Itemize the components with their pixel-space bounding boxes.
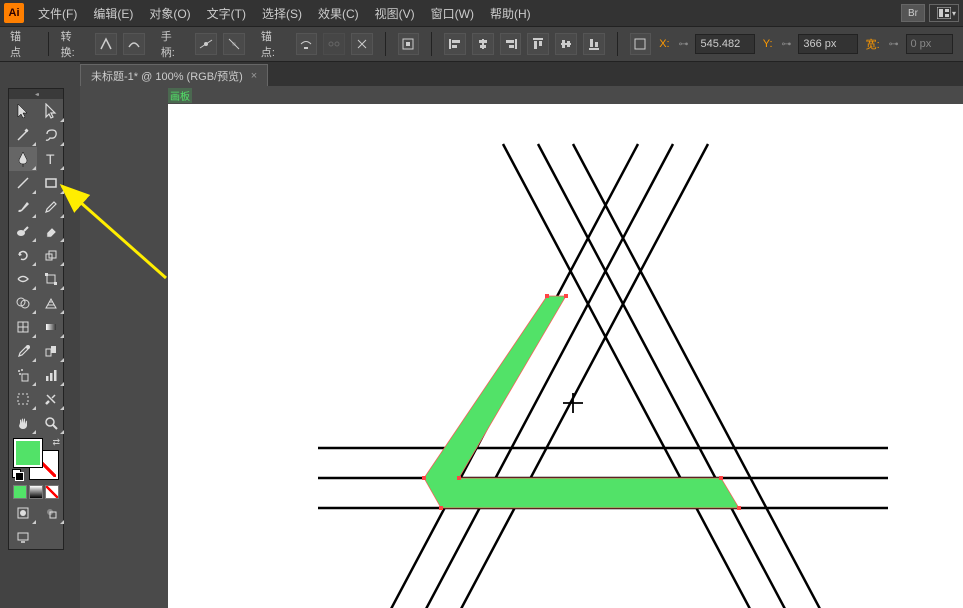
menu-help[interactable]: 帮助(H) xyxy=(482,5,539,22)
artboard[interactable] xyxy=(168,104,963,608)
color-mode-solid[interactable] xyxy=(13,485,27,499)
menu-select[interactable]: 选择(S) xyxy=(254,5,310,22)
rectangle-tool[interactable] xyxy=(37,171,65,195)
canvas-area[interactable]: 画板 xyxy=(80,86,963,608)
eraser-tool[interactable] xyxy=(37,219,65,243)
y-value-input[interactable]: 366 px xyxy=(798,34,857,54)
slice-tool[interactable] xyxy=(37,387,65,411)
document-tab[interactable]: 未标题-1* @ 100% (RGB/预览) × xyxy=(80,64,268,86)
arrange-docs-button[interactable] xyxy=(929,4,959,22)
menu-bar: Ai 文件(F) 编辑(E) 对象(O) 文字(T) 选择(S) 效果(C) 视… xyxy=(0,0,963,26)
panel-collapse-icon[interactable] xyxy=(9,89,63,99)
draw-mode-normal[interactable] xyxy=(9,501,37,525)
menu-file[interactable]: 文件(F) xyxy=(30,5,85,22)
menu-type[interactable]: 文字(T) xyxy=(199,5,254,22)
convert-corner-icon[interactable] xyxy=(95,33,117,55)
screen-mode[interactable] xyxy=(9,525,37,549)
pen-tool[interactable] xyxy=(9,147,37,171)
magic-wand-tool[interactable] xyxy=(9,123,37,147)
menu-window[interactable]: 窗口(W) xyxy=(423,5,482,22)
cut-path-icon[interactable] xyxy=(351,33,373,55)
hand-tool[interactable] xyxy=(9,411,37,435)
artwork xyxy=(168,104,963,608)
y-label: Y: xyxy=(761,38,775,50)
fill-swatch[interactable] xyxy=(14,439,42,467)
blend-tool[interactable] xyxy=(37,339,65,363)
line-tool[interactable] xyxy=(9,171,37,195)
lasso-tool[interactable] xyxy=(37,123,65,147)
options-bar: 锚点 转换: 手柄: 锚点: X: ⊶ 545.482 Y: ⊶ 366 px … xyxy=(0,26,963,62)
artboard-label: 画板 xyxy=(168,88,192,103)
artboard-tool[interactable] xyxy=(9,387,37,411)
anchor-label: 锚点 xyxy=(10,28,32,60)
align-right-icon[interactable] xyxy=(500,33,522,55)
w-label: 宽: xyxy=(864,36,882,52)
default-fill-stroke-icon[interactable] xyxy=(12,469,24,481)
pencil-tool[interactable] xyxy=(37,195,65,219)
app-logo: Ai xyxy=(4,3,24,23)
menu-object[interactable]: 对象(O) xyxy=(141,5,198,22)
separator xyxy=(431,32,432,56)
color-swatch-block: ⇄ xyxy=(9,435,63,483)
tool-panel: T ⇄ xyxy=(8,88,64,550)
color-mode-row xyxy=(9,483,63,501)
symbol-sprayer-tool[interactable] xyxy=(9,363,37,387)
remove-anchor-icon[interactable] xyxy=(296,33,318,55)
paintbrush-tool[interactable] xyxy=(9,195,37,219)
x-label: X: xyxy=(657,38,671,50)
draw-mode-behind[interactable] xyxy=(37,501,65,525)
w-value-input[interactable]: 0 px xyxy=(906,34,953,54)
perspective-grid-tool[interactable] xyxy=(37,291,65,315)
convert-label: 转换: xyxy=(61,28,86,60)
direct-selection-tool[interactable] xyxy=(37,99,65,123)
anchors-label: 锚点: xyxy=(261,28,286,60)
align-vcenter-icon[interactable] xyxy=(555,33,577,55)
link-icon[interactable]: ⊶ xyxy=(781,35,793,53)
gradient-tool[interactable] xyxy=(37,315,65,339)
color-mode-none[interactable] xyxy=(45,485,59,499)
separator xyxy=(617,32,618,56)
align-top-icon[interactable] xyxy=(527,33,549,55)
color-mode-gradient[interactable] xyxy=(29,485,43,499)
eyedropper-tool[interactable] xyxy=(9,339,37,363)
shape-builder-tool[interactable] xyxy=(9,291,37,315)
handle-label: 手柄: xyxy=(161,28,186,60)
isolate-icon[interactable] xyxy=(398,33,420,55)
link-icon[interactable]: ⊶ xyxy=(678,35,690,53)
column-graph-tool[interactable] xyxy=(37,363,65,387)
type-tool[interactable]: T xyxy=(37,147,65,171)
width-tool[interactable] xyxy=(9,267,37,291)
transform-icon[interactable] xyxy=(630,33,652,55)
separator xyxy=(385,32,386,56)
handle-show-icon[interactable] xyxy=(195,33,217,55)
align-bottom-icon[interactable] xyxy=(583,33,605,55)
svg-text:T: T xyxy=(46,152,55,166)
empty-tool-slot xyxy=(37,525,65,549)
free-transform-tool[interactable] xyxy=(37,267,65,291)
link-icon[interactable]: ⊶ xyxy=(888,35,900,53)
mesh-tool[interactable] xyxy=(9,315,37,339)
document-tab-bar: 未标题-1* @ 100% (RGB/预览) × xyxy=(0,62,963,86)
connect-anchor-icon[interactable] xyxy=(323,33,345,55)
menu-view[interactable]: 视图(V) xyxy=(367,5,423,22)
menu-effect[interactable]: 效果(C) xyxy=(310,5,367,22)
menu-edit[interactable]: 编辑(E) xyxy=(85,5,141,22)
zoom-tool[interactable] xyxy=(37,411,65,435)
swap-fill-stroke-icon[interactable]: ⇄ xyxy=(52,437,60,448)
rotate-tool[interactable] xyxy=(9,243,37,267)
align-hcenter-icon[interactable] xyxy=(472,33,494,55)
bridge-button[interactable]: Br xyxy=(901,4,925,22)
scale-tool[interactable] xyxy=(37,243,65,267)
align-left-icon[interactable] xyxy=(444,33,466,55)
handle-hide-icon[interactable] xyxy=(223,33,245,55)
document-tab-title: 未标题-1* @ 100% (RGB/预览) xyxy=(91,68,243,84)
separator xyxy=(48,32,49,56)
x-value-input[interactable]: 545.482 xyxy=(695,34,754,54)
close-tab-icon[interactable]: × xyxy=(251,70,257,82)
selection-tool[interactable] xyxy=(9,99,37,123)
blob-brush-tool[interactable] xyxy=(9,219,37,243)
convert-smooth-icon[interactable] xyxy=(123,33,145,55)
